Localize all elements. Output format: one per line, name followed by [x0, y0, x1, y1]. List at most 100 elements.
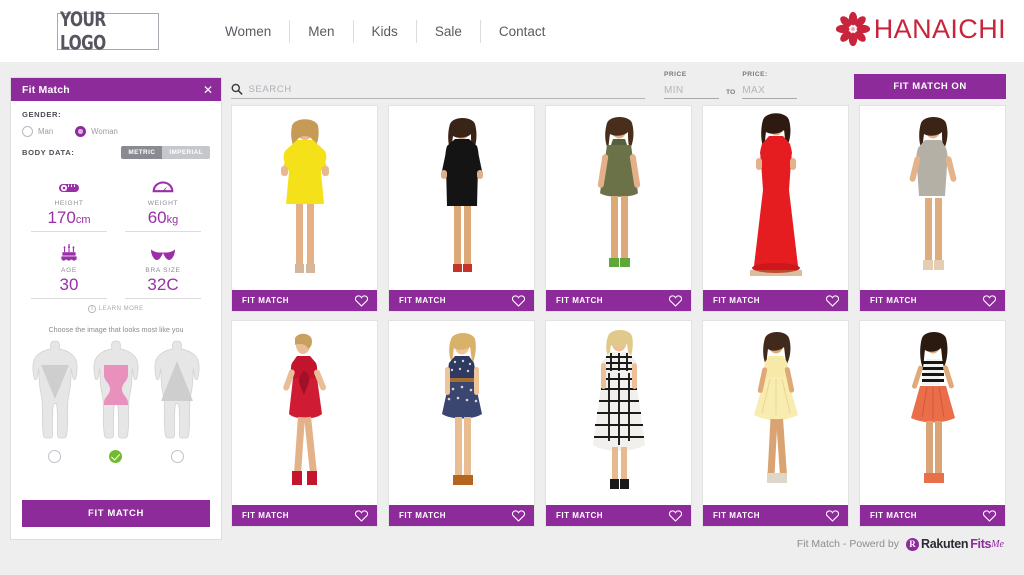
gender-option-man[interactable]: Man	[22, 126, 53, 137]
product-grid: FIT MATCH	[228, 105, 1024, 527]
heart-icon[interactable]	[355, 295, 368, 307]
gender-option-man-label: Man	[38, 127, 53, 136]
fit-match-on-button[interactable]: FIT MATCH ON	[854, 74, 1006, 99]
product-card-footer[interactable]: FIT MATCH	[546, 290, 691, 311]
fit-match-panel-title: Fit Match	[22, 84, 70, 96]
rakuten-wordmark: Rakuten	[921, 537, 968, 551]
gender-option-woman[interactable]: Woman	[75, 126, 118, 137]
product-card-footer[interactable]: FIT MATCH	[703, 290, 848, 311]
unit-toggle[interactable]: METRIC IMPERIAL	[121, 146, 210, 159]
info-icon: i	[88, 305, 96, 313]
body-shape-radio-selected[interactable]	[109, 450, 122, 463]
unit-toggle-metric[interactable]: METRIC	[121, 146, 162, 159]
gender-option-woman-label: Woman	[91, 127, 118, 136]
divider	[125, 298, 201, 299]
search-icon	[231, 83, 243, 95]
inverted-triangle-body-shape-icon	[150, 339, 204, 442]
measure-height[interactable]: HEIGHT 170cm	[22, 165, 116, 232]
body-shape-radio[interactable]	[171, 450, 184, 463]
fit-match-submit-button[interactable]: FIT MATCH	[22, 500, 210, 527]
body-shape-option-inverted-triangle[interactable]	[150, 339, 204, 463]
measure-bra-size[interactable]: BRA SIZE 32C	[116, 232, 210, 299]
grey-sheath-dress-photo	[887, 114, 979, 282]
nav-item-sale[interactable]: Sale	[416, 20, 480, 43]
olive-green-halter-dress-photo	[573, 114, 665, 282]
measurements-grid: HEIGHT 170cm WEIGHT 60kg	[22, 165, 210, 299]
heart-icon[interactable]	[512, 510, 525, 522]
product-image	[546, 321, 691, 505]
product-card-black-long-sleeve-dress[interactable]: FIT MATCH	[388, 105, 535, 312]
body-shape-option-triangle[interactable]	[28, 339, 82, 463]
bra-icon	[116, 241, 210, 263]
product-card-red-evening-gown[interactable]: FIT MATCH	[702, 105, 849, 312]
heart-icon[interactable]	[826, 295, 839, 307]
search-input[interactable]	[249, 84, 646, 95]
product-card-footer[interactable]: FIT MATCH	[389, 505, 534, 526]
price-filter-group: PRICE TO PRICE:	[664, 71, 797, 99]
product-fit-match-label: FIT MATCH	[399, 511, 446, 520]
triangle-body-shape-icon	[28, 339, 82, 442]
site-logo-text: YOUR LOGO	[60, 8, 156, 54]
product-card-striped-top-coral-skirt[interactable]: FIT MATCH	[859, 320, 1006, 527]
product-card-footer[interactable]: FIT MATCH	[860, 505, 1005, 526]
product-fit-match-label: FIT MATCH	[556, 511, 603, 520]
product-card-navy-polka-dot-dress[interactable]: FIT MATCH	[388, 320, 535, 527]
product-card-pale-yellow-skater-dress[interactable]: FIT MATCH	[702, 320, 849, 527]
heart-icon[interactable]	[512, 295, 525, 307]
price-range-separator: TO	[726, 89, 735, 96]
body-data-header: BODY DATA: METRIC IMPERIAL	[22, 146, 210, 159]
product-fit-match-label: FIT MATCH	[713, 296, 760, 305]
measure-bra-size-label: BRA SIZE	[116, 267, 210, 274]
product-card-red-lace-strapless-dress[interactable]: FIT MATCH	[231, 320, 378, 527]
nav-item-kids[interactable]: Kids	[353, 20, 416, 43]
product-card-grey-sheath-dress[interactable]: FIT MATCH	[859, 105, 1006, 312]
gender-radio-group: Man Woman	[22, 126, 210, 137]
product-fit-match-label: FIT MATCH	[870, 511, 917, 520]
fits-wordmark: Fits	[970, 537, 991, 551]
nav-item-men[interactable]: Men	[289, 20, 352, 43]
body-shape-option-hourglass[interactable]	[89, 339, 143, 463]
heart-icon[interactable]	[826, 510, 839, 522]
measure-height-label: HEIGHT	[22, 200, 116, 207]
price-min-input[interactable]	[664, 85, 719, 99]
body-shape-radio[interactable]	[48, 450, 61, 463]
product-image	[389, 106, 534, 290]
main-content: PRICE TO PRICE: FIT MATCH ON	[222, 62, 1024, 575]
search-box[interactable]	[231, 83, 645, 99]
product-card-footer[interactable]: FIT MATCH	[232, 290, 377, 311]
heart-icon[interactable]	[669, 510, 682, 522]
navy-polka-dot-dress-photo	[416, 329, 508, 497]
rakuten-mark-icon: R	[906, 538, 919, 551]
measure-weight[interactable]: WEIGHT 60kg	[116, 165, 210, 232]
site-logo[interactable]: YOUR LOGO	[57, 13, 159, 50]
nav-item-contact[interactable]: Contact	[480, 20, 564, 43]
price-max-field[interactable]: PRICE:	[742, 71, 797, 99]
product-card-black-white-print-midi-dress[interactable]: FIT MATCH	[545, 320, 692, 527]
heart-icon[interactable]	[355, 510, 368, 522]
heart-icon[interactable]	[983, 295, 996, 307]
radio-selected-icon	[75, 126, 86, 137]
heart-icon[interactable]	[983, 510, 996, 522]
product-card-footer[interactable]: FIT MATCH	[860, 290, 1005, 311]
price-max-input[interactable]	[742, 85, 797, 99]
product-card-footer[interactable]: FIT MATCH	[546, 505, 691, 526]
measure-weight-label: WEIGHT	[116, 200, 210, 207]
product-card-yellow-shift-dress[interactable]: FIT MATCH	[231, 105, 378, 312]
fit-match-panel-header: Fit Match ✕	[11, 78, 221, 101]
product-card-footer[interactable]: FIT MATCH	[232, 505, 377, 526]
product-card-footer[interactable]: FIT MATCH	[389, 290, 534, 311]
striped-top-coral-skirt-photo	[887, 329, 979, 497]
hanaichi-brand[interactable]: HANAICHI	[835, 11, 1006, 47]
learn-more-link[interactable]: i LEARN MORE	[22, 305, 210, 313]
measure-age[interactable]: AGE 30	[22, 232, 116, 299]
nav-item-women[interactable]: Women	[225, 20, 289, 43]
product-image	[860, 321, 1005, 505]
black-white-print-midi-dress-photo	[573, 327, 665, 499]
price-min-field[interactable]: PRICE	[664, 71, 719, 99]
close-icon[interactable]: ✕	[203, 84, 213, 96]
me-wordmark: Me	[991, 539, 1004, 550]
unit-toggle-imperial[interactable]: IMPERIAL	[162, 146, 210, 159]
product-card-olive-green-halter-dress[interactable]: FIT MATCH	[545, 105, 692, 312]
product-card-footer[interactable]: FIT MATCH	[703, 505, 848, 526]
heart-icon[interactable]	[669, 295, 682, 307]
